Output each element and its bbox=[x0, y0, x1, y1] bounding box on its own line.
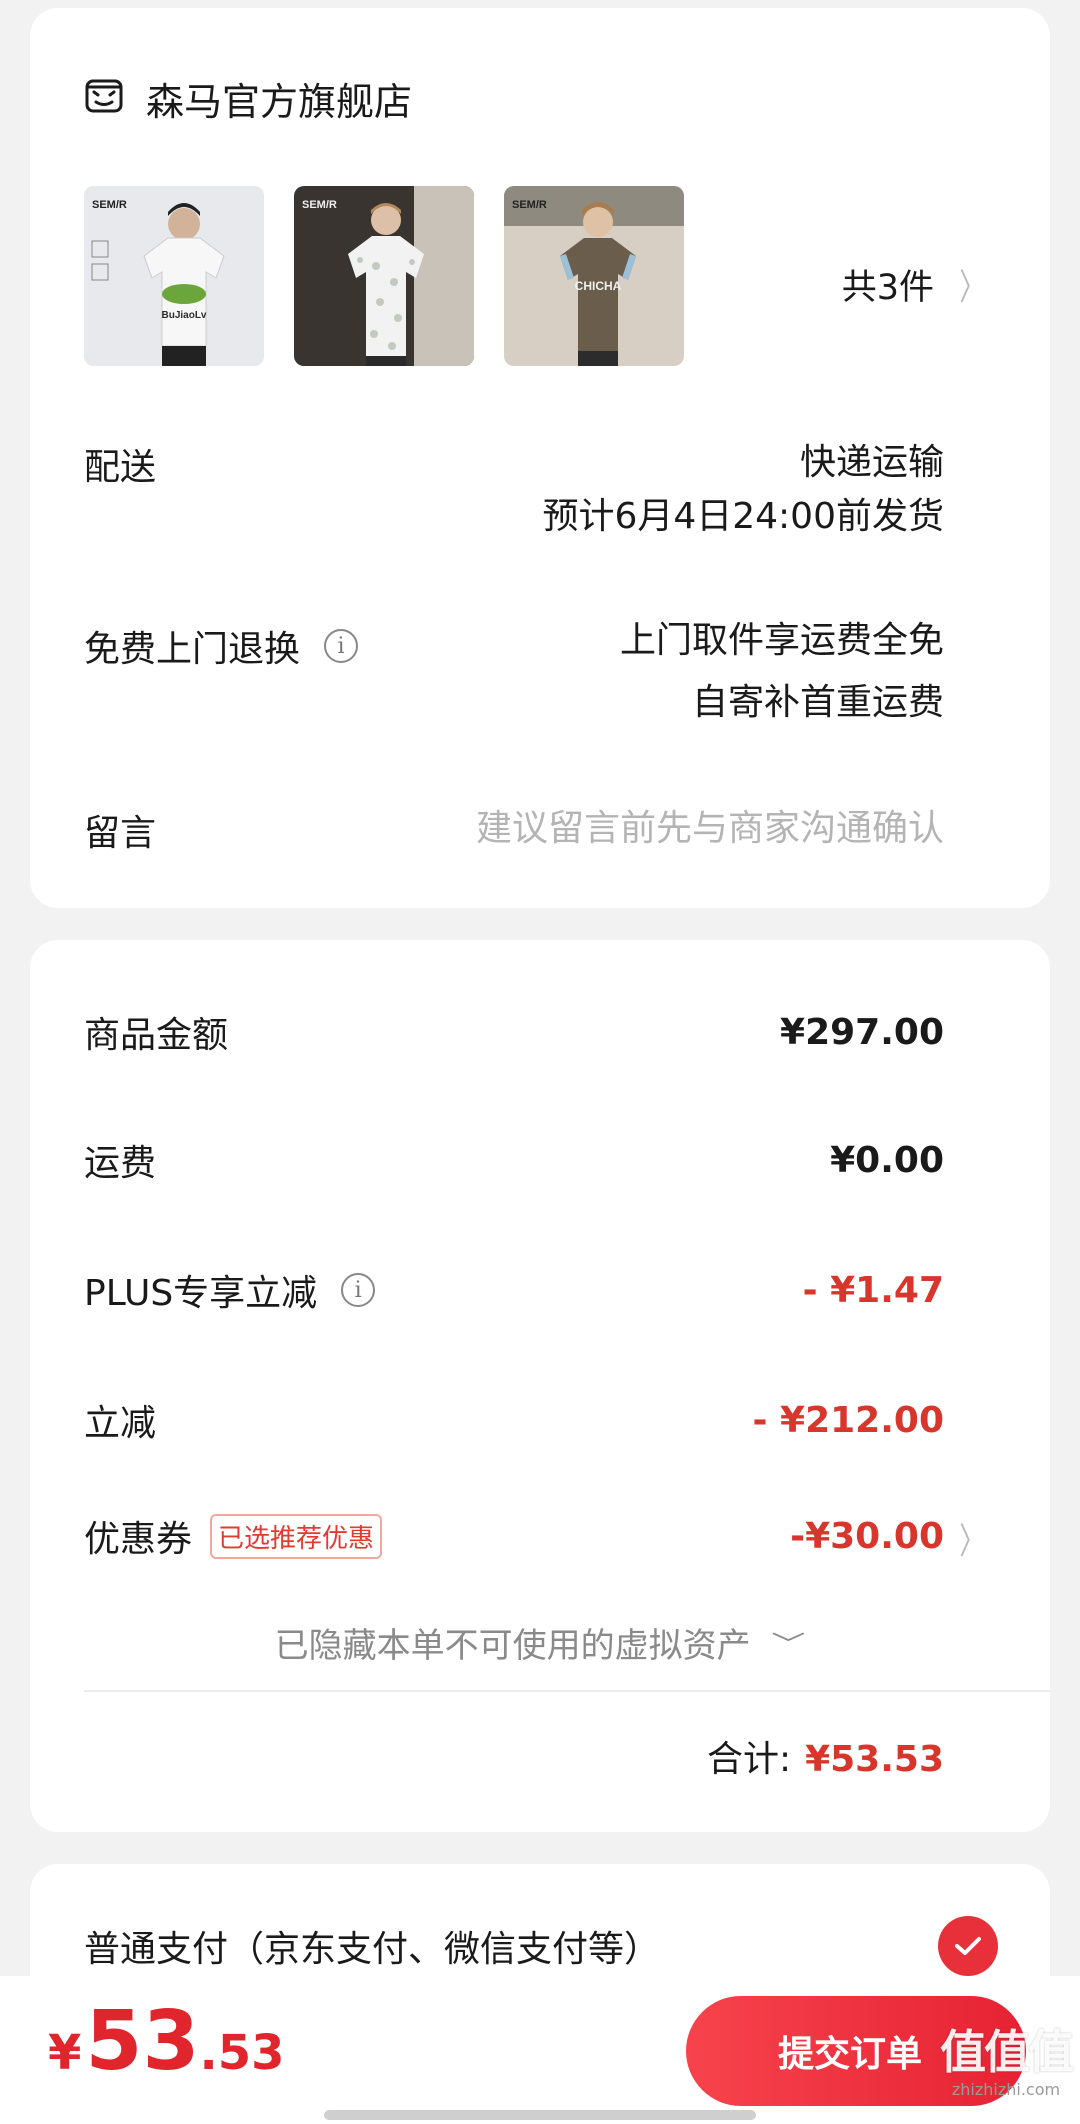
product-image: SEM/R BuJiaoLv bbox=[84, 186, 264, 366]
product-thumbnail[interactable]: SEM/R BuJiaoLv bbox=[84, 186, 264, 366]
hidden-assets-text: 已隐藏本单不可使用的虚拟资产 bbox=[274, 1626, 751, 1666]
instant-discount-value: - ¥212.00 bbox=[752, 1400, 944, 1441]
delivery-label-text: 配送 bbox=[84, 447, 157, 488]
shipping-value: ¥0.00 bbox=[830, 1140, 944, 1181]
svg-text:SEM/R: SEM/R bbox=[512, 199, 547, 211]
goods-amount-label: 商品金额 bbox=[84, 1015, 229, 1056]
plus-discount-label-text: PLUS专享立减 bbox=[84, 1273, 318, 1314]
svg-text:SEM/R: SEM/R bbox=[92, 199, 127, 211]
shop-header[interactable]: 森马官方旗舰店 bbox=[84, 70, 412, 126]
coupon-label[interactable]: 优惠券 已选推荐优惠 bbox=[84, 1510, 383, 1562]
chevron-right-icon[interactable]: 〉 bbox=[959, 1512, 984, 1564]
subtotal-label: 合计: bbox=[706, 1739, 792, 1780]
divider bbox=[84, 1690, 1050, 1692]
plus-discount-value: - ¥1.47 bbox=[802, 1270, 944, 1311]
checkout-bar: ¥ 53 .53 提交订单 值值值 zhizhizhi.com bbox=[0, 1976, 1080, 2124]
coupon-tag: 已选推荐优惠 bbox=[210, 1513, 383, 1559]
price-card: 商品金额 ¥297.00 运费 ¥0.00 PLUS专享立减 i - ¥1.47… bbox=[30, 940, 1050, 1832]
hidden-assets-toggle[interactable]: 已隐藏本单不可使用的虚拟资产 ﹀ bbox=[30, 1618, 1050, 1667]
returns-line2: 自寄补首重运费 bbox=[691, 682, 944, 723]
delivery-eta: 预计6月4日24:00前发货 bbox=[542, 496, 944, 537]
coupon-label-text: 优惠券 bbox=[84, 1519, 193, 1560]
bottom-total: ¥ 53 .53 bbox=[48, 1994, 285, 2089]
total-decimal: .53 bbox=[199, 2025, 285, 2081]
returns-value: 上门取件享运费全免 自寄补首重运费 bbox=[620, 614, 944, 730]
goods-amount-value: ¥297.00 bbox=[780, 1012, 944, 1053]
returns-line1: 上门取件享运费全免 bbox=[619, 620, 944, 661]
product-thumbnails[interactable]: SEM/R BuJiaoLv SEM/R SEM/R CHICHA bbox=[84, 186, 684, 366]
plus-discount-label: PLUS专享立减 i bbox=[84, 1264, 376, 1316]
total-integer: 53 bbox=[85, 1994, 200, 2089]
item-count-label: 共3件 bbox=[841, 267, 934, 308]
product-thumbnail[interactable]: SEM/R CHICHA bbox=[504, 186, 684, 366]
subtotal-value: ¥53.53 bbox=[805, 1739, 944, 1780]
product-image: SEM/R bbox=[294, 186, 474, 366]
payment-method-label: 普通支付（京东支付、微信支付等） bbox=[84, 1929, 661, 1970]
svg-text:CHICHA: CHICHA bbox=[575, 279, 622, 293]
shop-name: 森马官方旗舰店 bbox=[146, 79, 413, 124]
watermark-logo: 值值值 bbox=[940, 2025, 1074, 2079]
message-label: 留言 bbox=[84, 804, 156, 856]
info-icon[interactable]: i bbox=[341, 1273, 376, 1307]
message-placeholder: 建议留言前先与商家沟通确认 bbox=[475, 808, 944, 849]
returns-label: 免费上门退换 i bbox=[84, 620, 359, 672]
chevron-down-icon: ﹀ bbox=[771, 1630, 806, 1659]
item-count[interactable]: 共3件 〉 bbox=[842, 258, 990, 310]
subtotal-row: 合计: ¥53.53 bbox=[707, 1730, 944, 1782]
home-indicator[interactable] bbox=[324, 2110, 756, 2120]
delivery-method: 快递运输 bbox=[799, 442, 944, 483]
instant-discount-label: 立减 bbox=[84, 1403, 157, 1444]
checkmark-icon[interactable] bbox=[938, 1916, 998, 1976]
order-card: 森马官方旗舰店 SEM/R BuJiaoLv SEM/R SEM/R CHICH… bbox=[30, 8, 1050, 908]
watermark: 值值值 zhizhizhi.com bbox=[940, 2016, 1074, 2099]
watermark-url: zhizhizhi.com bbox=[951, 2080, 1061, 2099]
shipping-label: 运费 bbox=[84, 1143, 157, 1184]
delivery-label: 配送 bbox=[84, 438, 156, 490]
delivery-value: 快递运输 预计6月4日24:00前发货 bbox=[542, 436, 944, 544]
svg-text:SEM/R: SEM/R bbox=[302, 199, 337, 211]
product-thumbnail[interactable]: SEM/R bbox=[294, 186, 474, 366]
currency-symbol: ¥ bbox=[48, 2025, 82, 2081]
returns-label-text: 免费上门退换 bbox=[84, 629, 301, 670]
svg-text:BuJiaoLv: BuJiaoLv bbox=[161, 310, 206, 321]
product-image: SEM/R CHICHA bbox=[504, 186, 684, 366]
message-input[interactable]: 建议留言前先与商家沟通确认 bbox=[476, 802, 944, 856]
chevron-right-icon: 〉 bbox=[959, 267, 985, 308]
submit-order-label: 提交订单 bbox=[778, 2034, 923, 2075]
coupon-value[interactable]: -¥30.00 bbox=[790, 1516, 944, 1557]
info-icon[interactable]: i bbox=[324, 629, 359, 663]
message-label-text: 留言 bbox=[84, 813, 157, 854]
shop-icon bbox=[85, 79, 123, 113]
